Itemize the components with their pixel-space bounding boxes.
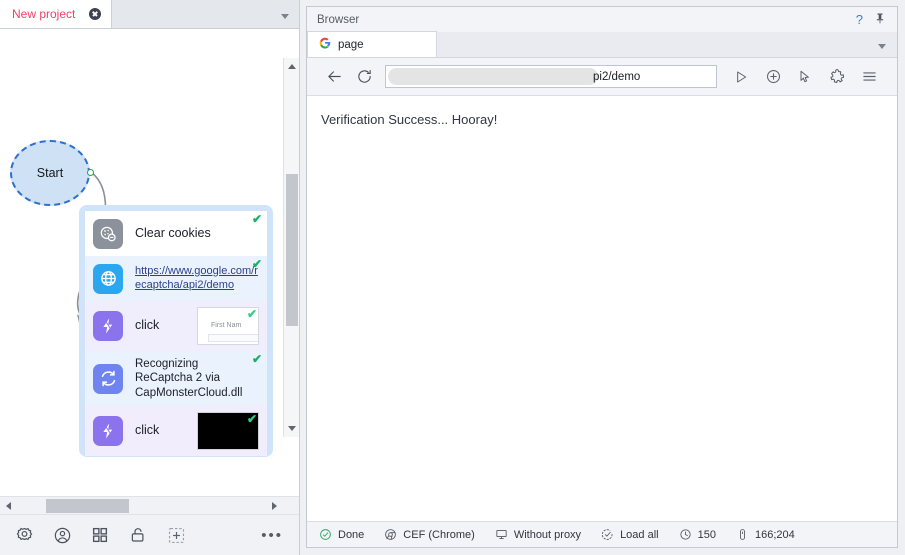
lightning-bolt-icon <box>93 416 123 447</box>
settings-gear-icon[interactable] <box>14 525 34 545</box>
thumbnail-input-box <box>208 334 258 342</box>
project-toolbar: ••• <box>0 514 299 555</box>
project-tabstrip: New project <box>0 0 299 29</box>
verification-message: Verification Success... Hooray! <box>321 112 498 127</box>
close-circle-icon[interactable] <box>89 7 102 20</box>
browser-page-content: Verification Success... Hooray! <box>307 96 897 521</box>
status-item-coordinates[interactable]: 166;204 <box>736 528 795 541</box>
resolution-icon <box>736 528 749 541</box>
help-icon[interactable]: ? <box>856 12 863 27</box>
status-item-engine[interactable]: CEF (Chrome) <box>384 528 475 541</box>
canvas-vertical-scrollbar[interactable] <box>283 58 299 437</box>
status-label: 166;204 <box>754 528 795 541</box>
workflow-node-clear-cookies[interactable]: Clear cookies ✔ <box>85 211 267 256</box>
status-label: Without proxy <box>513 528 582 541</box>
cursor-pointer-icon[interactable] <box>789 62 821 92</box>
check-dashed-icon <box>601 528 614 541</box>
workflow-node-recognize-recaptcha[interactable]: Recognizing ReCaptcha 2 via CapMonsterCl… <box>85 351 267 407</box>
workflow-node-click-2[interactable]: click ✔ <box>85 406 267 457</box>
status-label: CEF (Chrome) <box>403 528 475 541</box>
browser-window: Browser ? page pi2/demo Verification Suc… <box>306 6 898 548</box>
workflow-canvas[interactable]: Start Clear cookies ✔ https://www.google… <box>0 29 299 496</box>
project-tab-label: New project <box>12 6 76 21</box>
status-item-proxy[interactable]: Without proxy <box>495 528 581 541</box>
lock-icon[interactable] <box>128 525 148 545</box>
workflow-node-navigate-url[interactable]: https://www.google.com/recaptcha/api2/de… <box>85 256 267 301</box>
cookie-icon <box>93 218 123 249</box>
workflow-node-click-1[interactable]: click First Nam ✔ <box>85 301 267 351</box>
url-redaction-overlay <box>388 68 598 85</box>
workflow-node-label: click <box>135 318 160 333</box>
hamburger-menu-icon[interactable] <box>853 62 885 92</box>
status-label: Done <box>338 528 365 541</box>
status-check-icon: ✔ <box>246 412 257 427</box>
clock-icon <box>679 528 692 541</box>
google-g-icon <box>319 36 331 54</box>
browser-tab-page[interactable]: page <box>307 31 437 57</box>
browser-header: Browser ? <box>307 7 897 32</box>
workflow-node-url-link[interactable]: https://www.google.com/recaptcha/api2/de… <box>135 265 259 293</box>
browser-tabstrip: page <box>307 31 897 58</box>
browser-tab-label: page <box>338 38 364 51</box>
workflow-node-label: click <box>135 423 160 438</box>
more-options-button[interactable]: ••• <box>261 528 283 543</box>
url-value-text: pi2/demo <box>593 70 641 83</box>
project-panel: New project Start Clear cookies ✔ https:… <box>0 0 300 555</box>
browser-toolbar: pi2/demo <box>307 58 897 96</box>
status-label: Load all <box>620 528 659 541</box>
play-icon[interactable] <box>725 62 757 92</box>
status-item-done[interactable]: Done <box>319 528 364 541</box>
status-item-timing[interactable]: 150 <box>679 528 716 541</box>
workflow-canvas-wrapper[interactable]: Start Clear cookies ✔ https://www.google… <box>0 29 299 496</box>
sync-refresh-icon <box>93 363 123 394</box>
scroll-down-icon[interactable] <box>288 426 296 431</box>
scroll-left-icon[interactable] <box>6 502 11 510</box>
project-tab[interactable]: New project <box>0 0 113 28</box>
arrow-left-icon[interactable] <box>319 62 349 92</box>
status-check-icon: ✔ <box>251 212 262 226</box>
reload-icon[interactable] <box>349 62 379 92</box>
canvas-horizontal-scrollbar[interactable] <box>0 496 299 514</box>
puzzle-extension-icon[interactable] <box>821 62 853 92</box>
workflow-node-thumbnail[interactable]: First Nam ✔ <box>197 307 259 345</box>
application-window: New project Start Clear cookies ✔ https:… <box>0 0 905 555</box>
check-circle-icon <box>319 528 332 541</box>
chevron-down-icon[interactable] <box>281 14 289 19</box>
start-node-label: Start <box>36 166 64 180</box>
workflow-node-thumbnail[interactable]: ✔ <box>197 412 259 451</box>
vertical-scroll-thumb[interactable] <box>286 174 298 326</box>
thumbnail-text: First Nam <box>211 322 242 329</box>
status-item-load[interactable]: Load all <box>601 528 659 541</box>
workflow-node-group[interactable]: Clear cookies ✔ https://www.google.com/r… <box>79 205 273 457</box>
status-check-icon: ✔ <box>246 307 257 321</box>
url-input[interactable]: pi2/demo <box>385 65 717 88</box>
scroll-up-icon[interactable] <box>288 64 296 69</box>
status-check-icon: ✔ <box>251 257 262 271</box>
scroll-right-icon[interactable] <box>272 502 277 510</box>
pin-icon[interactable] <box>874 12 886 28</box>
apps-grid-icon[interactable] <box>90 525 110 545</box>
monitor-icon <box>495 528 508 541</box>
browser-statusbar: Done CEF (Chrome) Without proxy Load all… <box>307 521 897 547</box>
workflow-node-label: Recognizing ReCaptcha 2 via CapMonsterCl… <box>135 358 243 399</box>
plus-circle-icon[interactable] <box>757 62 789 92</box>
browser-title: Browser <box>317 13 360 26</box>
horizontal-scroll-thumb[interactable] <box>46 499 129 513</box>
workflow-node-label: Clear cookies <box>135 225 211 240</box>
start-node[interactable]: Start <box>10 140 90 206</box>
browser-panel: Browser ? page pi2/demo Verification Suc… <box>300 0 905 555</box>
start-output-port[interactable] <box>87 169 94 176</box>
user-profile-icon[interactable] <box>52 525 72 545</box>
globe-icon <box>93 263 123 294</box>
add-plus-icon[interactable] <box>166 525 186 545</box>
chrome-icon <box>384 528 397 541</box>
status-label: 150 <box>697 528 716 541</box>
lightning-bolt-icon <box>93 311 123 341</box>
status-check-icon: ✔ <box>251 352 262 366</box>
chevron-down-icon[interactable] <box>878 44 886 49</box>
